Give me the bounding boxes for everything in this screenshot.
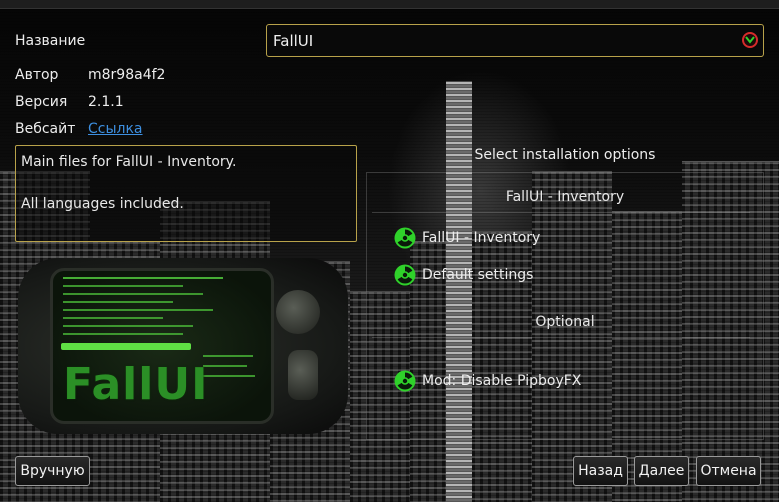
option-label: Mod: Disable PipboyFX	[422, 373, 582, 389]
name-label: Название	[15, 33, 86, 49]
version-value: 2.1.1	[88, 94, 124, 110]
manual-button[interactable]: Вручную	[15, 456, 90, 486]
option-label: Default settings	[422, 267, 534, 283]
website-link[interactable]: Ссылка	[88, 121, 143, 137]
next-button[interactable]: Далее	[634, 456, 689, 486]
group-title-optional: Optional	[535, 314, 595, 330]
group-divider	[372, 212, 750, 213]
description-line-2: All languages included.	[21, 196, 184, 212]
mod-preview-image: FallUI	[18, 250, 356, 440]
cancel-button[interactable]: Отмена	[696, 456, 761, 486]
website-label: Вебсайт	[15, 121, 76, 137]
radiation-icon[interactable]	[394, 264, 416, 286]
top-edge	[0, 0, 779, 9]
option-label: FallUI - Inventory	[422, 230, 541, 246]
fallui-logo: FallUI	[63, 359, 209, 410]
description-box[interactable]: Main files for FallUI - Inventory. All l…	[15, 145, 357, 242]
option-disable-pipboyfx[interactable]: Mod: Disable PipboyFX	[394, 369, 581, 393]
radiation-icon[interactable]	[394, 370, 416, 392]
author-label: Автор	[15, 67, 59, 83]
options-title: Select installation options	[474, 147, 656, 163]
description-line-1: Main files for FallUI - Inventory.	[21, 154, 237, 170]
chevron-down-icon[interactable]	[742, 32, 758, 48]
mod-name-dropdown[interactable]: FallUI	[266, 24, 764, 57]
author-value: m8r98a4f2	[88, 67, 166, 83]
version-label: Версия	[15, 94, 68, 110]
mod-name-value: FallUI	[273, 32, 314, 50]
back-button[interactable]: Назад	[573, 456, 628, 486]
option-default-settings[interactable]: Default settings	[394, 263, 533, 287]
pipboy-screen: FallUI	[50, 268, 274, 424]
group-title-main: FallUI - Inventory	[505, 189, 625, 205]
group-divider	[372, 337, 750, 338]
radiation-icon[interactable]	[394, 227, 416, 249]
option-fallui-inventory[interactable]: FallUI - Inventory	[394, 226, 540, 250]
